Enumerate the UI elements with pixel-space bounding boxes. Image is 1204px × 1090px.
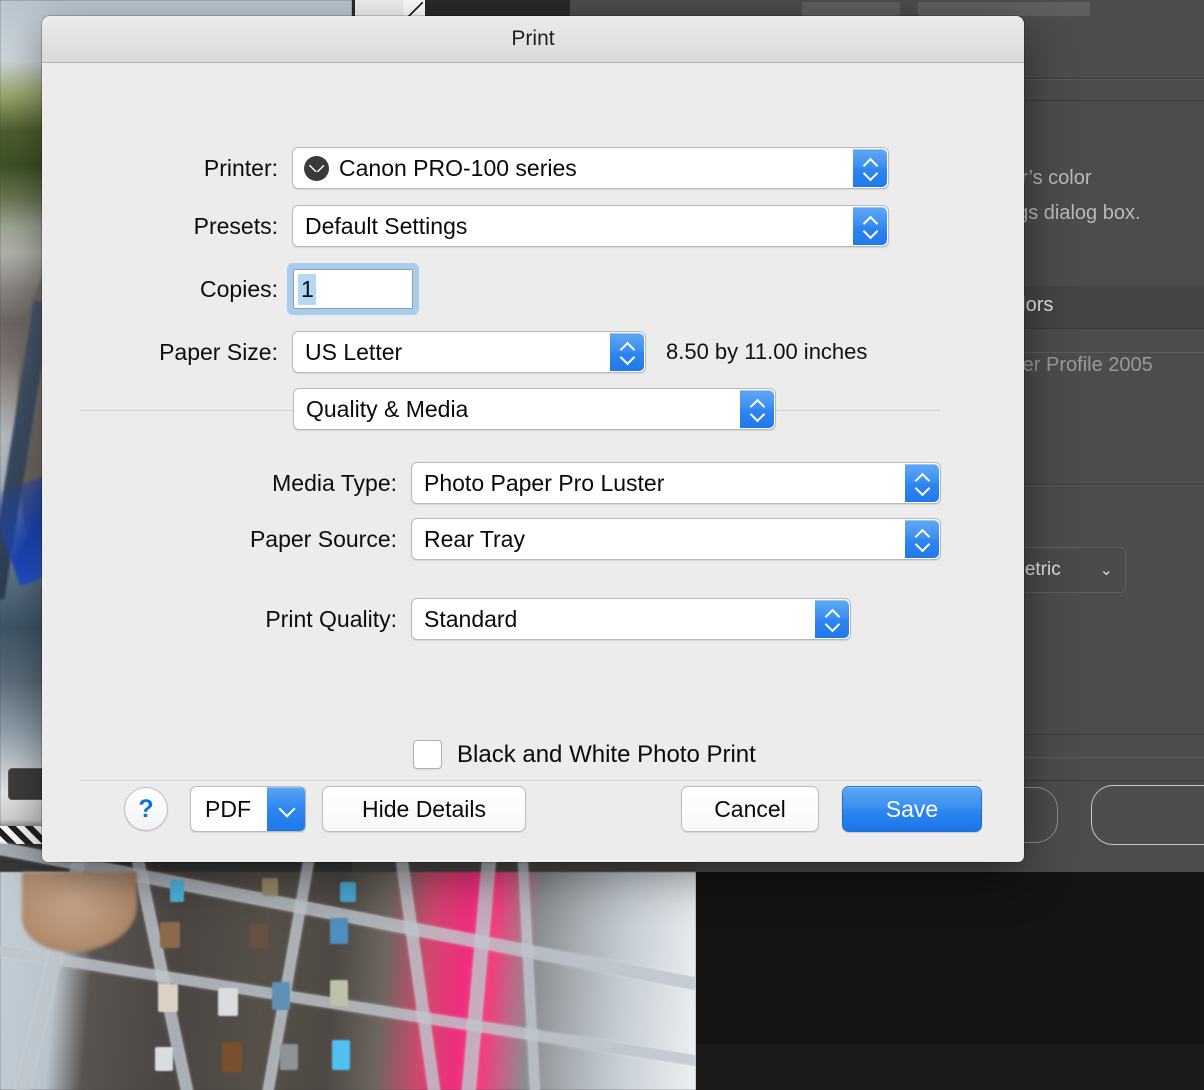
- print-dialog: Print Printer: Canon PRO-100 series Pres…: [42, 16, 1024, 862]
- chevron-down-icon: [915, 541, 930, 549]
- chevron-down-icon: [863, 170, 878, 178]
- pane-select[interactable]: Quality & Media: [293, 388, 776, 430]
- paper-source-row: Paper Source: Rear Tray: [42, 518, 982, 560]
- pdf-button-label: PDF: [205, 795, 251, 822]
- background-footer: [696, 1044, 1204, 1090]
- printer-label: Printer:: [203, 154, 278, 181]
- hide-details-button[interactable]: Hide Details: [322, 786, 526, 832]
- chevron-down-icon: [915, 485, 930, 493]
- dialog-body: Printer: Canon PRO-100 series Presets: D…: [42, 63, 1024, 862]
- print-quality-value: Standard: [424, 605, 518, 632]
- chevron-down-icon: [278, 804, 294, 814]
- pane-stepper[interactable]: [740, 390, 774, 428]
- save-button[interactable]: Save: [842, 786, 982, 832]
- print-quality-row: Print Quality: Standard: [42, 598, 982, 640]
- pdf-button[interactable]: PDF: [190, 786, 306, 832]
- presets-value: Default Settings: [305, 212, 468, 239]
- background-hatch-strip: [0, 826, 42, 844]
- cancel-label: Cancel: [714, 795, 786, 822]
- dialog-footer: ? PDF Hide Details Cancel Save: [42, 771, 1024, 862]
- paper-source-select[interactable]: Rear Tray: [411, 518, 941, 560]
- print-quality-stepper[interactable]: [815, 600, 849, 638]
- copies-label: Copies:: [200, 275, 278, 302]
- paper-size-value: US Letter: [305, 338, 403, 365]
- printer-row: Printer: Canon PRO-100 series: [42, 147, 922, 189]
- paper-source-value: Rear Tray: [424, 525, 525, 552]
- dialog-title: Print: [511, 27, 555, 50]
- paper-size-row: Paper Size: US Letter 8.50 by 11.00 inch…: [42, 331, 982, 373]
- presets-row: Presets: Default Settings: [42, 205, 922, 247]
- bw-photo-print-label: Black and White Photo Print: [457, 740, 756, 768]
- print-quality-label: Print Quality:: [265, 605, 397, 632]
- paper-source-label: Paper Source:: [249, 525, 397, 552]
- background-toolbar-button-a[interactable]: [802, 2, 900, 16]
- pane-value: Quality & Media: [306, 395, 469, 422]
- background-panel-profile: nter Profile 2005: [1006, 354, 1153, 376]
- paper-size-dimensions: 8.50 by 11.00 inches: [666, 339, 868, 364]
- cancel-button[interactable]: Cancel: [681, 786, 819, 832]
- paper-size-select[interactable]: US Letter: [292, 331, 646, 373]
- paper-size-stepper[interactable]: [610, 333, 644, 371]
- bw-photo-print-row[interactable]: Black and White Photo Print: [413, 740, 756, 769]
- media-type-stepper[interactable]: [905, 464, 939, 502]
- presets-stepper[interactable]: [853, 207, 887, 245]
- dialog-titlebar: Print: [42, 16, 1024, 63]
- copies-input[interactable]: 1: [293, 269, 413, 309]
- help-button[interactable]: ?: [124, 787, 168, 831]
- background-toolbar-button-b[interactable]: [918, 2, 1090, 16]
- help-icon: ?: [138, 794, 154, 823]
- presets-select[interactable]: Default Settings: [292, 205, 889, 247]
- copies-row: Copies: 1: [42, 263, 642, 315]
- printer-select[interactable]: Canon PRO-100 series: [292, 147, 889, 189]
- pdf-menu-toggle[interactable]: [267, 787, 305, 831]
- chevron-down-icon: [750, 411, 765, 419]
- media-type-row: Media Type: Photo Paper Pro Luster: [42, 462, 982, 504]
- chevron-down-icon: [863, 228, 878, 236]
- hide-details-label: Hide Details: [362, 795, 486, 822]
- chevron-down-icon: ⌄: [1099, 562, 1113, 579]
- printer-status-icon: [304, 155, 329, 181]
- copies-value: 1: [298, 273, 316, 305]
- copies-field-focus-ring: 1: [287, 263, 419, 315]
- pane-row: Quality & Media: [293, 388, 776, 430]
- media-type-value: Photo Paper Pro Luster: [424, 469, 665, 496]
- printer-value: Canon PRO-100 series: [339, 154, 577, 181]
- media-type-label: Media Type:: [272, 469, 397, 496]
- chevron-down-icon: [825, 621, 840, 629]
- presets-label: Presets:: [193, 212, 278, 239]
- paper-source-stepper[interactable]: [905, 520, 939, 558]
- media-type-select[interactable]: Photo Paper Pro Luster: [411, 462, 941, 504]
- chevron-down-icon: [620, 354, 635, 362]
- print-quality-select[interactable]: Standard: [411, 598, 851, 640]
- background-panel-text-line2: ngs dialog box.: [1006, 202, 1141, 224]
- save-label: Save: [885, 795, 939, 822]
- printer-stepper[interactable]: [853, 149, 887, 187]
- background-primary-button[interactable]: [1091, 785, 1204, 845]
- paper-size-label: Paper Size:: [159, 338, 278, 365]
- screen: er’s color ngs dialog box. ) olors nter …: [0, 0, 1204, 1090]
- bw-photo-print-checkbox[interactable]: [413, 740, 442, 769]
